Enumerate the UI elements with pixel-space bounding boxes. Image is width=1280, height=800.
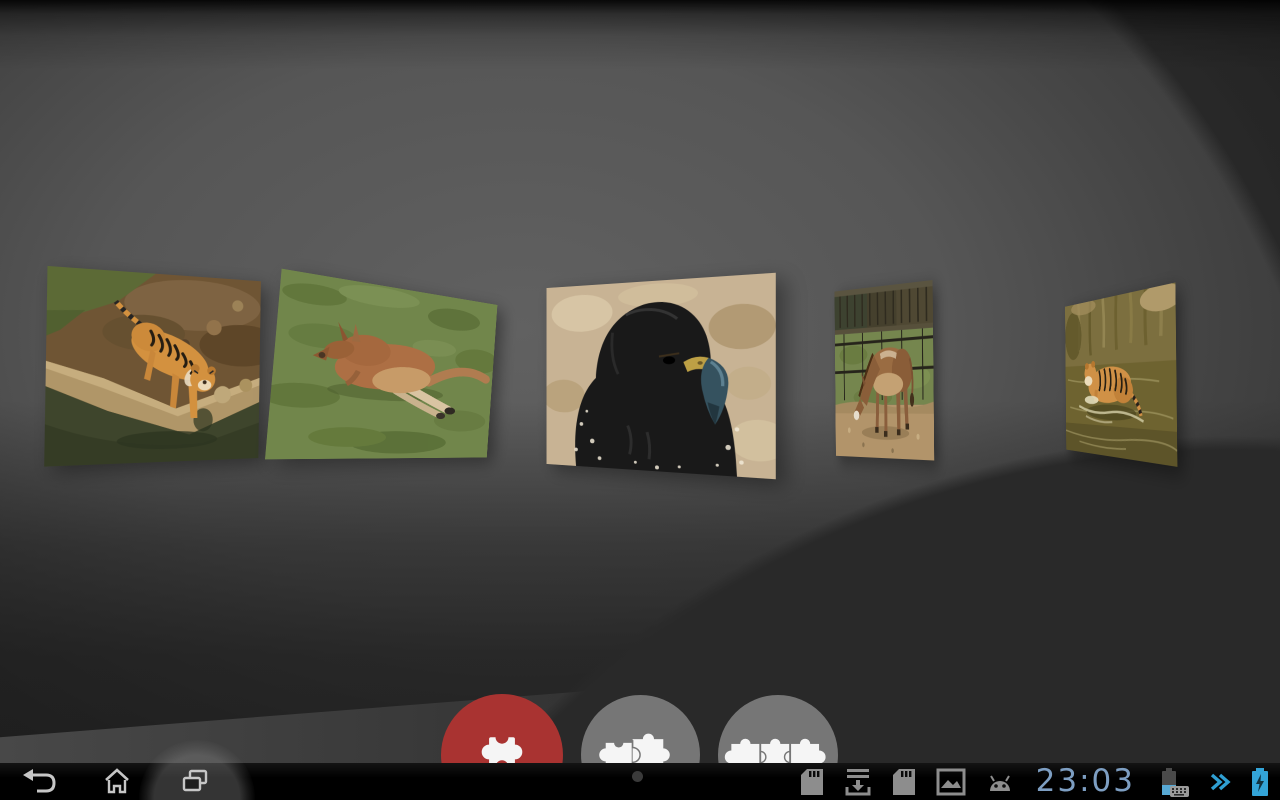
download-icon [844, 767, 872, 797]
kangaroo-image [265, 269, 497, 460]
recent-apps-button[interactable] [156, 763, 234, 800]
carousel-item-eagle[interactable] [547, 273, 776, 480]
bar-center-dot [632, 771, 643, 782]
back-button[interactable] [0, 763, 78, 800]
clock: 23:03 [1036, 763, 1135, 800]
battery-keyboard-icon [1156, 766, 1190, 798]
tiger-water-image [1065, 282, 1177, 466]
carousel-item-kangaroo[interactable] [265, 269, 497, 460]
android-icon [985, 769, 1015, 795]
home-icon [102, 767, 132, 797]
screen: 23:03 [0, 0, 1280, 800]
carousel-item-tiger-water[interactable] [1065, 282, 1177, 466]
eagle-image [547, 273, 776, 480]
donkey-image [835, 280, 935, 460]
back-icon [17, 767, 61, 797]
home-button[interactable] [78, 763, 156, 800]
status-area[interactable]: 23:03 [799, 763, 1270, 800]
recent-apps-icon [179, 767, 211, 797]
carousel-item-tiger-pond[interactable] [44, 266, 261, 467]
sd-card-icon [891, 767, 917, 797]
expand-chevrons-icon[interactable] [1209, 771, 1231, 793]
nav-buttons [0, 763, 234, 800]
carousel-item-donkey[interactable] [835, 280, 935, 460]
battery-charging-icon [1250, 767, 1270, 797]
sd-card-icon [799, 767, 825, 797]
gallery-icon [936, 768, 966, 796]
tiger-pond-image [44, 266, 261, 467]
